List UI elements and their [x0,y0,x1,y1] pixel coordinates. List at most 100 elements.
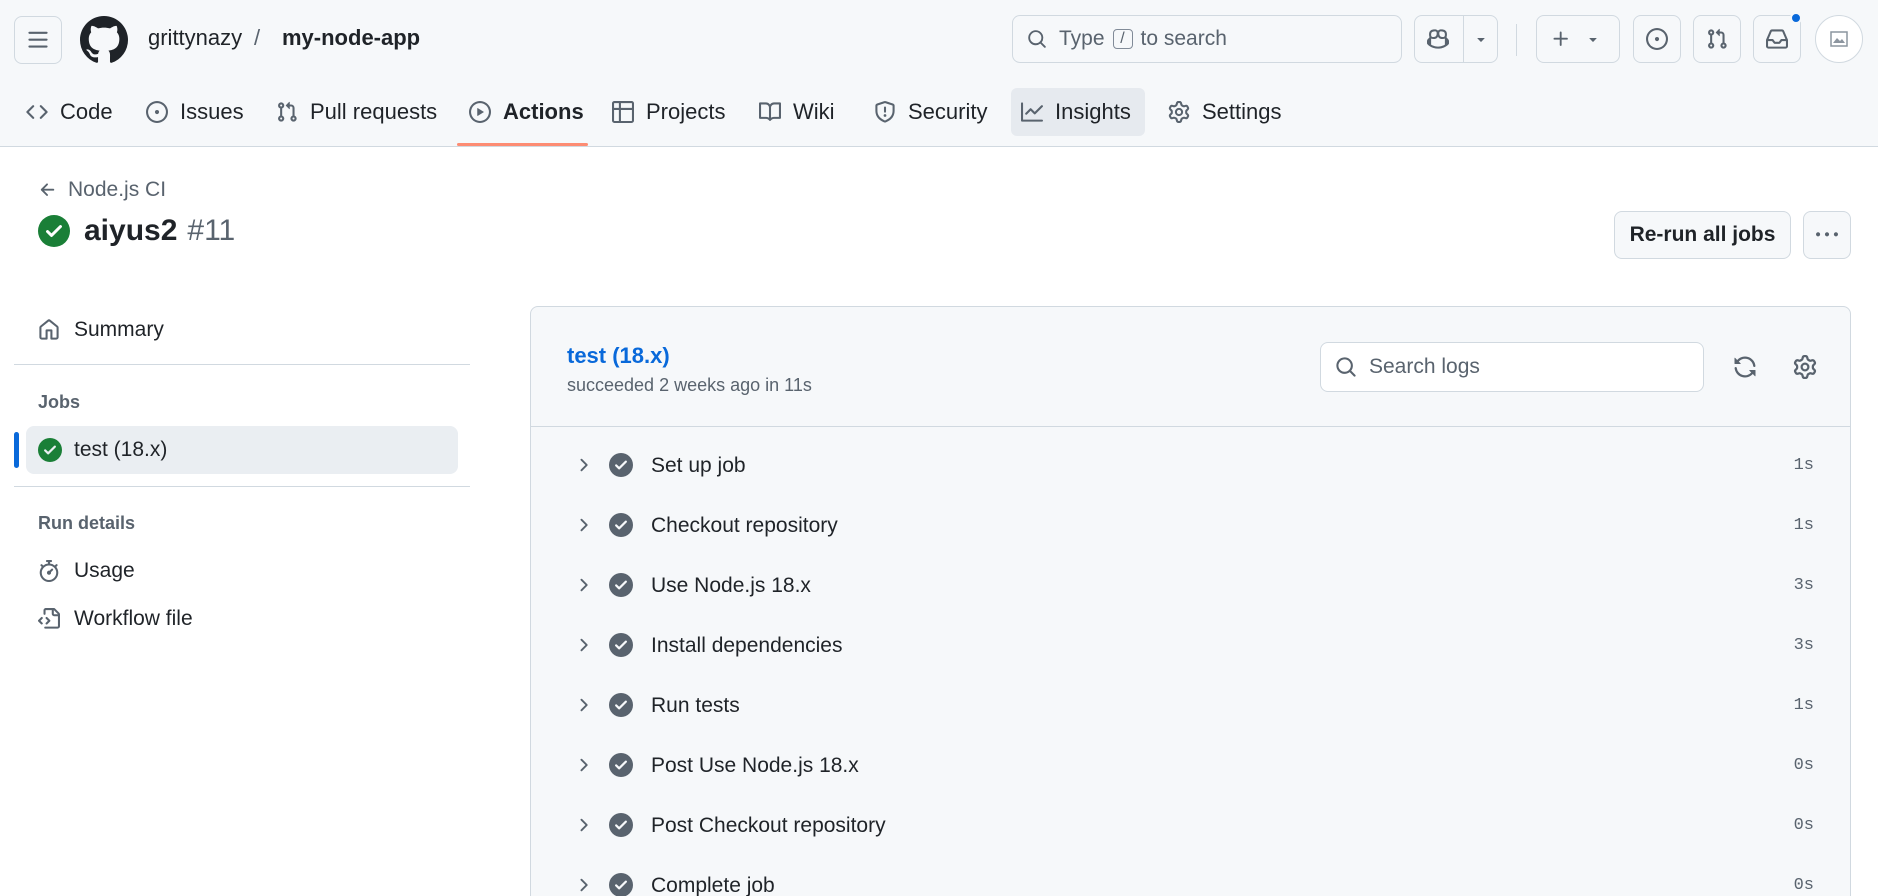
tab-label: Insights [1055,99,1131,124]
inbox-icon [1766,29,1788,49]
book-icon [759,102,781,121]
repo-owner-link[interactable]: grittynazy [148,25,242,51]
step-duration: 1s [1793,456,1814,475]
table-icon [612,101,634,123]
gear-icon [1793,355,1817,379]
step-label: Set up job [651,454,746,477]
chevron-right-icon[interactable] [573,515,593,541]
job-step-row[interactable]: Complete job 0s [531,861,1850,896]
plus-icon [1553,31,1568,46]
your-pull-requests-button[interactable] [1693,15,1741,63]
github-logo-icon[interactable] [79,16,128,64]
sidebar-item-job[interactable]: test (18.x) [26,426,458,474]
breadcrumb-separator: / [254,25,261,50]
tab-insights[interactable]: Insights [1011,88,1145,136]
tab-label: Security [908,99,988,124]
button-divider [1463,16,1464,62]
file-code-icon [38,608,60,629]
search-icon [1336,357,1356,377]
sidebar-item-summary[interactable]: Summary [38,318,164,342]
check-circle-fill-icon [609,873,633,896]
more-options-button[interactable] [1803,211,1851,259]
copilot-icon [1427,29,1449,49]
back-to-workflow-link[interactable]: Node.js CI [38,178,166,202]
step-duration: 1s [1793,516,1814,535]
run-details-heading: Run details [38,513,136,533]
check-circle-fill-icon [609,813,633,843]
sidebar-item-label: test (18.x) [74,438,168,461]
copilot-button[interactable] [1414,15,1498,63]
sidebar-divider [14,486,470,487]
search-prefix: Type [1059,27,1105,50]
chevron-right-icon[interactable] [573,815,593,841]
tab-settings[interactable]: Settings [1158,88,1292,136]
chevron-right-icon[interactable] [573,455,593,481]
check-circle-fill-icon [38,215,70,247]
back-link-label: Node.js CI [68,178,167,201]
tab-pull-requests[interactable]: Pull requests [266,88,447,136]
run-name: aiyus2 [84,214,178,247]
tab-security[interactable]: Security [864,88,997,136]
job-step-row[interactable]: Post Checkout repository 0s [531,801,1850,851]
sidebar-item-label: Usage [74,559,135,582]
triangle-down-icon[interactable] [1473,31,1489,47]
check-circle-fill-icon [609,693,633,723]
tab-wiki[interactable]: Wiki [749,88,845,136]
active-tab-indicator [457,143,588,146]
refresh-button[interactable] [1727,349,1763,385]
step-label: Run tests [651,694,740,717]
repo-name-link[interactable]: my-node-app [282,25,420,51]
log-settings-button[interactable] [1787,349,1823,385]
job-step-row[interactable]: Run tests 1s [531,681,1850,731]
home-icon [39,319,59,340]
tab-issues[interactable]: Issues [136,88,254,136]
sync-icon [1734,356,1756,378]
code-icon [26,105,48,119]
job-step-row[interactable]: Set up job 1s [531,441,1850,491]
job-step-row[interactable]: Checkout repository 1s [531,501,1850,551]
tab-code[interactable]: Code [16,88,123,136]
header-divider [1516,24,1517,56]
create-new-button[interactable] [1536,15,1620,63]
tab-label: Wiki [793,99,835,124]
chevron-right-icon[interactable] [573,695,593,721]
search-suffix: to search [1140,27,1227,50]
chevron-right-icon[interactable] [573,575,593,601]
tab-label: Projects [646,99,726,124]
avatar[interactable] [1815,15,1863,63]
search-logs-placeholder: Search logs [1369,355,1480,378]
selected-job-indicator [14,432,19,468]
broken-image-icon [1830,31,1848,47]
check-circle-fill-icon [609,573,633,603]
job-title-link[interactable]: test (18.x) [567,343,670,369]
git-pull-request-icon [1708,28,1727,49]
your-issues-button[interactable] [1633,15,1681,63]
step-duration: 0s [1793,816,1814,835]
sidebar-item-usage[interactable]: Usage [38,559,135,583]
menu-button[interactable] [14,16,62,64]
stopwatch-icon [39,560,59,582]
job-log-header: test (18.x) succeeded 2 weeks ago in 11s… [531,307,1850,427]
chevron-right-icon[interactable] [573,635,593,661]
run-number: #11 [187,214,236,247]
chevron-right-icon[interactable] [573,755,593,781]
tab-actions[interactable]: Actions [459,88,594,136]
tab-projects[interactable]: Projects [602,88,735,136]
rerun-all-jobs-button[interactable]: Re-run all jobs [1614,211,1791,259]
job-step-row[interactable]: Use Node.js 18.x 3s [531,561,1850,611]
sidebar-item-label: Workflow file [74,607,193,630]
sidebar-divider [14,364,470,365]
menu-icon [28,31,48,48]
page-title: aiyus2 #11 [38,214,235,248]
step-duration: 1s [1793,696,1814,715]
job-step-row[interactable]: Install dependencies 3s [531,621,1850,671]
tab-label: Settings [1202,99,1282,124]
global-search-input[interactable]: Type / to search [1012,15,1402,63]
notification-indicator [1790,12,1802,24]
search-logs-input[interactable]: Search logs [1320,342,1704,392]
tab-label: Code [60,99,113,124]
sidebar-item-workflow-file[interactable]: Workflow file [38,607,193,631]
job-log-panel: test (18.x) succeeded 2 weeks ago in 11s… [530,306,1851,896]
chevron-right-icon[interactable] [573,875,593,896]
job-step-row[interactable]: Post Use Node.js 18.x 0s [531,741,1850,791]
